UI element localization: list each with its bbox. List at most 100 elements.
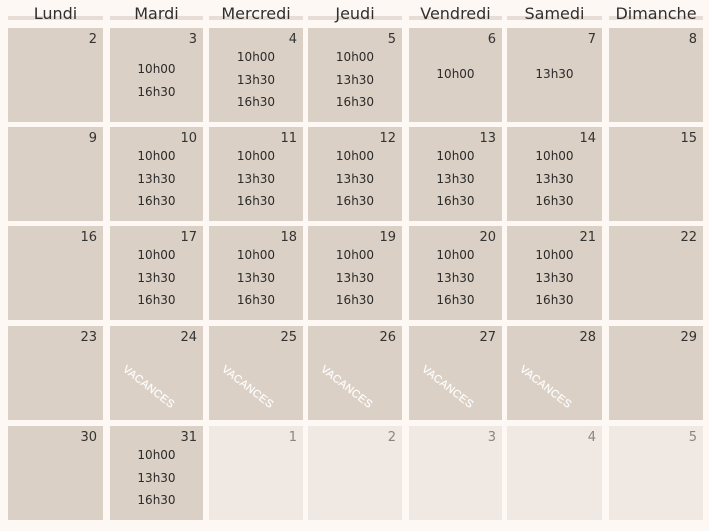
day-cell[interactable]: 18 10h00 13h30 16h30 — [209, 226, 303, 320]
session-time[interactable]: 10h00 — [137, 145, 175, 168]
session-time[interactable]: 16h30 — [535, 190, 573, 213]
day-cell[interactable]: 23 — [8, 326, 103, 420]
session-time[interactable]: 16h30 — [237, 190, 275, 213]
weekday-label: Vendredi — [420, 4, 491, 23]
session-time[interactable]: 13h30 — [535, 267, 573, 290]
session-time[interactable]: 13h30 — [336, 168, 374, 191]
day-cell[interactable]: 5 10h00 13h30 16h30 — [308, 28, 402, 122]
session-time[interactable]: 10h00 — [535, 244, 573, 267]
day-number: 25 — [280, 330, 297, 345]
session-time[interactable]: 10h00 — [436, 63, 474, 86]
day-number: 23 — [80, 330, 97, 345]
session-time[interactable]: 10h00 — [436, 145, 474, 168]
day-cell[interactable]: 14 10h00 13h30 16h30 — [507, 127, 602, 221]
session-time[interactable]: 16h30 — [237, 289, 275, 312]
day-cell[interactable]: 19 10h00 13h30 16h30 — [308, 226, 402, 320]
day-cell[interactable]: 10 10h00 13h30 16h30 — [110, 127, 203, 221]
session-time[interactable]: 10h00 — [336, 46, 374, 69]
weekday-mardi: Mardi — [110, 4, 203, 24]
day-cell[interactable]: 11 10h00 13h30 16h30 — [209, 127, 303, 221]
session-time[interactable]: 13h30 — [535, 168, 573, 191]
session-time[interactable]: 16h30 — [535, 289, 573, 312]
session-times: 10h00 13h30 16h30 — [209, 244, 303, 312]
day-cell[interactable]: 3 — [409, 426, 502, 520]
session-time[interactable]: 13h30 — [237, 69, 275, 92]
session-times: 10h00 13h30 16h30 — [209, 145, 303, 213]
day-cell[interactable]: 20 10h00 13h30 16h30 — [409, 226, 502, 320]
day-number: 31 — [180, 430, 197, 445]
session-time[interactable]: 10h00 — [237, 46, 275, 69]
day-cell[interactable]: 17 10h00 13h30 16h30 — [110, 226, 203, 320]
session-time[interactable]: 10h00 — [137, 58, 175, 81]
session-time[interactable]: 16h30 — [436, 289, 474, 312]
day-cell[interactable]: 2 — [308, 426, 402, 520]
day-number: 20 — [479, 230, 496, 245]
session-time[interactable]: 10h00 — [535, 145, 573, 168]
day-cell[interactable]: 26 VACANCES — [308, 326, 402, 420]
session-time[interactable]: 10h00 — [137, 244, 175, 267]
day-cell[interactable]: 3 10h00 16h30 — [110, 28, 203, 122]
session-time[interactable]: 10h00 — [436, 244, 474, 267]
session-time[interactable]: 16h30 — [237, 91, 275, 114]
weekday-header: Lundi Mardi Mercredi Jeudi Vendredi Samedi Dim… — [0, 0, 709, 26]
session-time[interactable]: 10h00 — [137, 444, 175, 467]
day-number: 15 — [680, 131, 697, 146]
session-time[interactable]: 13h30 — [237, 168, 275, 191]
day-number: 13 — [479, 131, 496, 146]
day-number: 29 — [680, 330, 697, 345]
session-time[interactable]: 13h30 — [436, 267, 474, 290]
session-time[interactable]: 16h30 — [336, 289, 374, 312]
session-time[interactable]: 16h30 — [137, 489, 175, 512]
session-time[interactable]: 13h30 — [137, 467, 175, 490]
session-time[interactable]: 13h30 — [535, 63, 573, 86]
day-cell[interactable]: 29 — [609, 326, 703, 420]
session-time[interactable]: 13h30 — [137, 267, 175, 290]
day-cell[interactable]: 1 — [209, 426, 303, 520]
session-time[interactable]: 10h00 — [237, 244, 275, 267]
session-time[interactable]: 16h30 — [336, 91, 374, 114]
day-cell[interactable]: 2 — [8, 28, 103, 122]
day-cell[interactable]: 6 10h00 — [409, 28, 502, 122]
day-cell[interactable]: 5 — [609, 426, 703, 520]
day-cell[interactable]: 12 10h00 13h30 16h30 — [308, 127, 402, 221]
session-time[interactable]: 16h30 — [436, 190, 474, 213]
day-cell[interactable]: 16 — [8, 226, 103, 320]
session-time[interactable]: 13h30 — [336, 267, 374, 290]
session-time[interactable]: 16h30 — [137, 289, 175, 312]
session-time[interactable]: 10h00 — [336, 145, 374, 168]
day-cell[interactable]: 4 — [507, 426, 602, 520]
day-cell[interactable]: 28 VACANCES — [507, 326, 602, 420]
session-time[interactable]: 13h30 — [137, 168, 175, 191]
day-cell[interactable]: 30 — [8, 426, 103, 520]
session-time[interactable]: 13h30 — [237, 267, 275, 290]
day-cell[interactable]: 24 VACANCES — [110, 326, 203, 420]
session-time[interactable]: 13h30 — [436, 168, 474, 191]
vacation-label: VACANCES — [219, 363, 276, 411]
day-cell[interactable]: 8 — [609, 28, 703, 122]
day-cell[interactable]: 22 — [609, 226, 703, 320]
session-time[interactable]: 13h30 — [336, 69, 374, 92]
session-time[interactable]: 16h30 — [137, 81, 175, 104]
day-cell[interactable]: 4 10h00 13h30 16h30 — [209, 28, 303, 122]
day-cell[interactable]: 9 — [8, 127, 103, 221]
session-time[interactable]: 16h30 — [336, 190, 374, 213]
day-number: 4 — [288, 32, 297, 47]
day-number: 22 — [680, 230, 697, 245]
session-time[interactable]: 10h00 — [237, 145, 275, 168]
day-number: 21 — [579, 230, 596, 245]
session-time[interactable]: 10h00 — [336, 244, 374, 267]
weekday-vendredi: Vendredi — [409, 4, 502, 24]
vacation-label: VACANCES — [318, 363, 375, 411]
day-cell[interactable]: 27 VACANCES — [409, 326, 502, 420]
day-cell[interactable]: 7 13h30 — [507, 28, 602, 122]
day-cell[interactable]: 25 VACANCES — [209, 326, 303, 420]
session-times: 10h00 13h30 16h30 — [308, 244, 402, 312]
day-cell[interactable]: 31 10h00 13h30 16h30 — [110, 426, 203, 520]
weekday-label: Samedi — [524, 4, 585, 23]
day-cell[interactable]: 15 — [609, 127, 703, 221]
day-cell[interactable]: 13 10h00 13h30 16h30 — [409, 127, 502, 221]
day-cell[interactable]: 21 10h00 13h30 16h30 — [507, 226, 602, 320]
session-time[interactable]: 16h30 — [137, 190, 175, 213]
weekday-label: Mardi — [134, 4, 179, 23]
day-number: 10 — [180, 131, 197, 146]
